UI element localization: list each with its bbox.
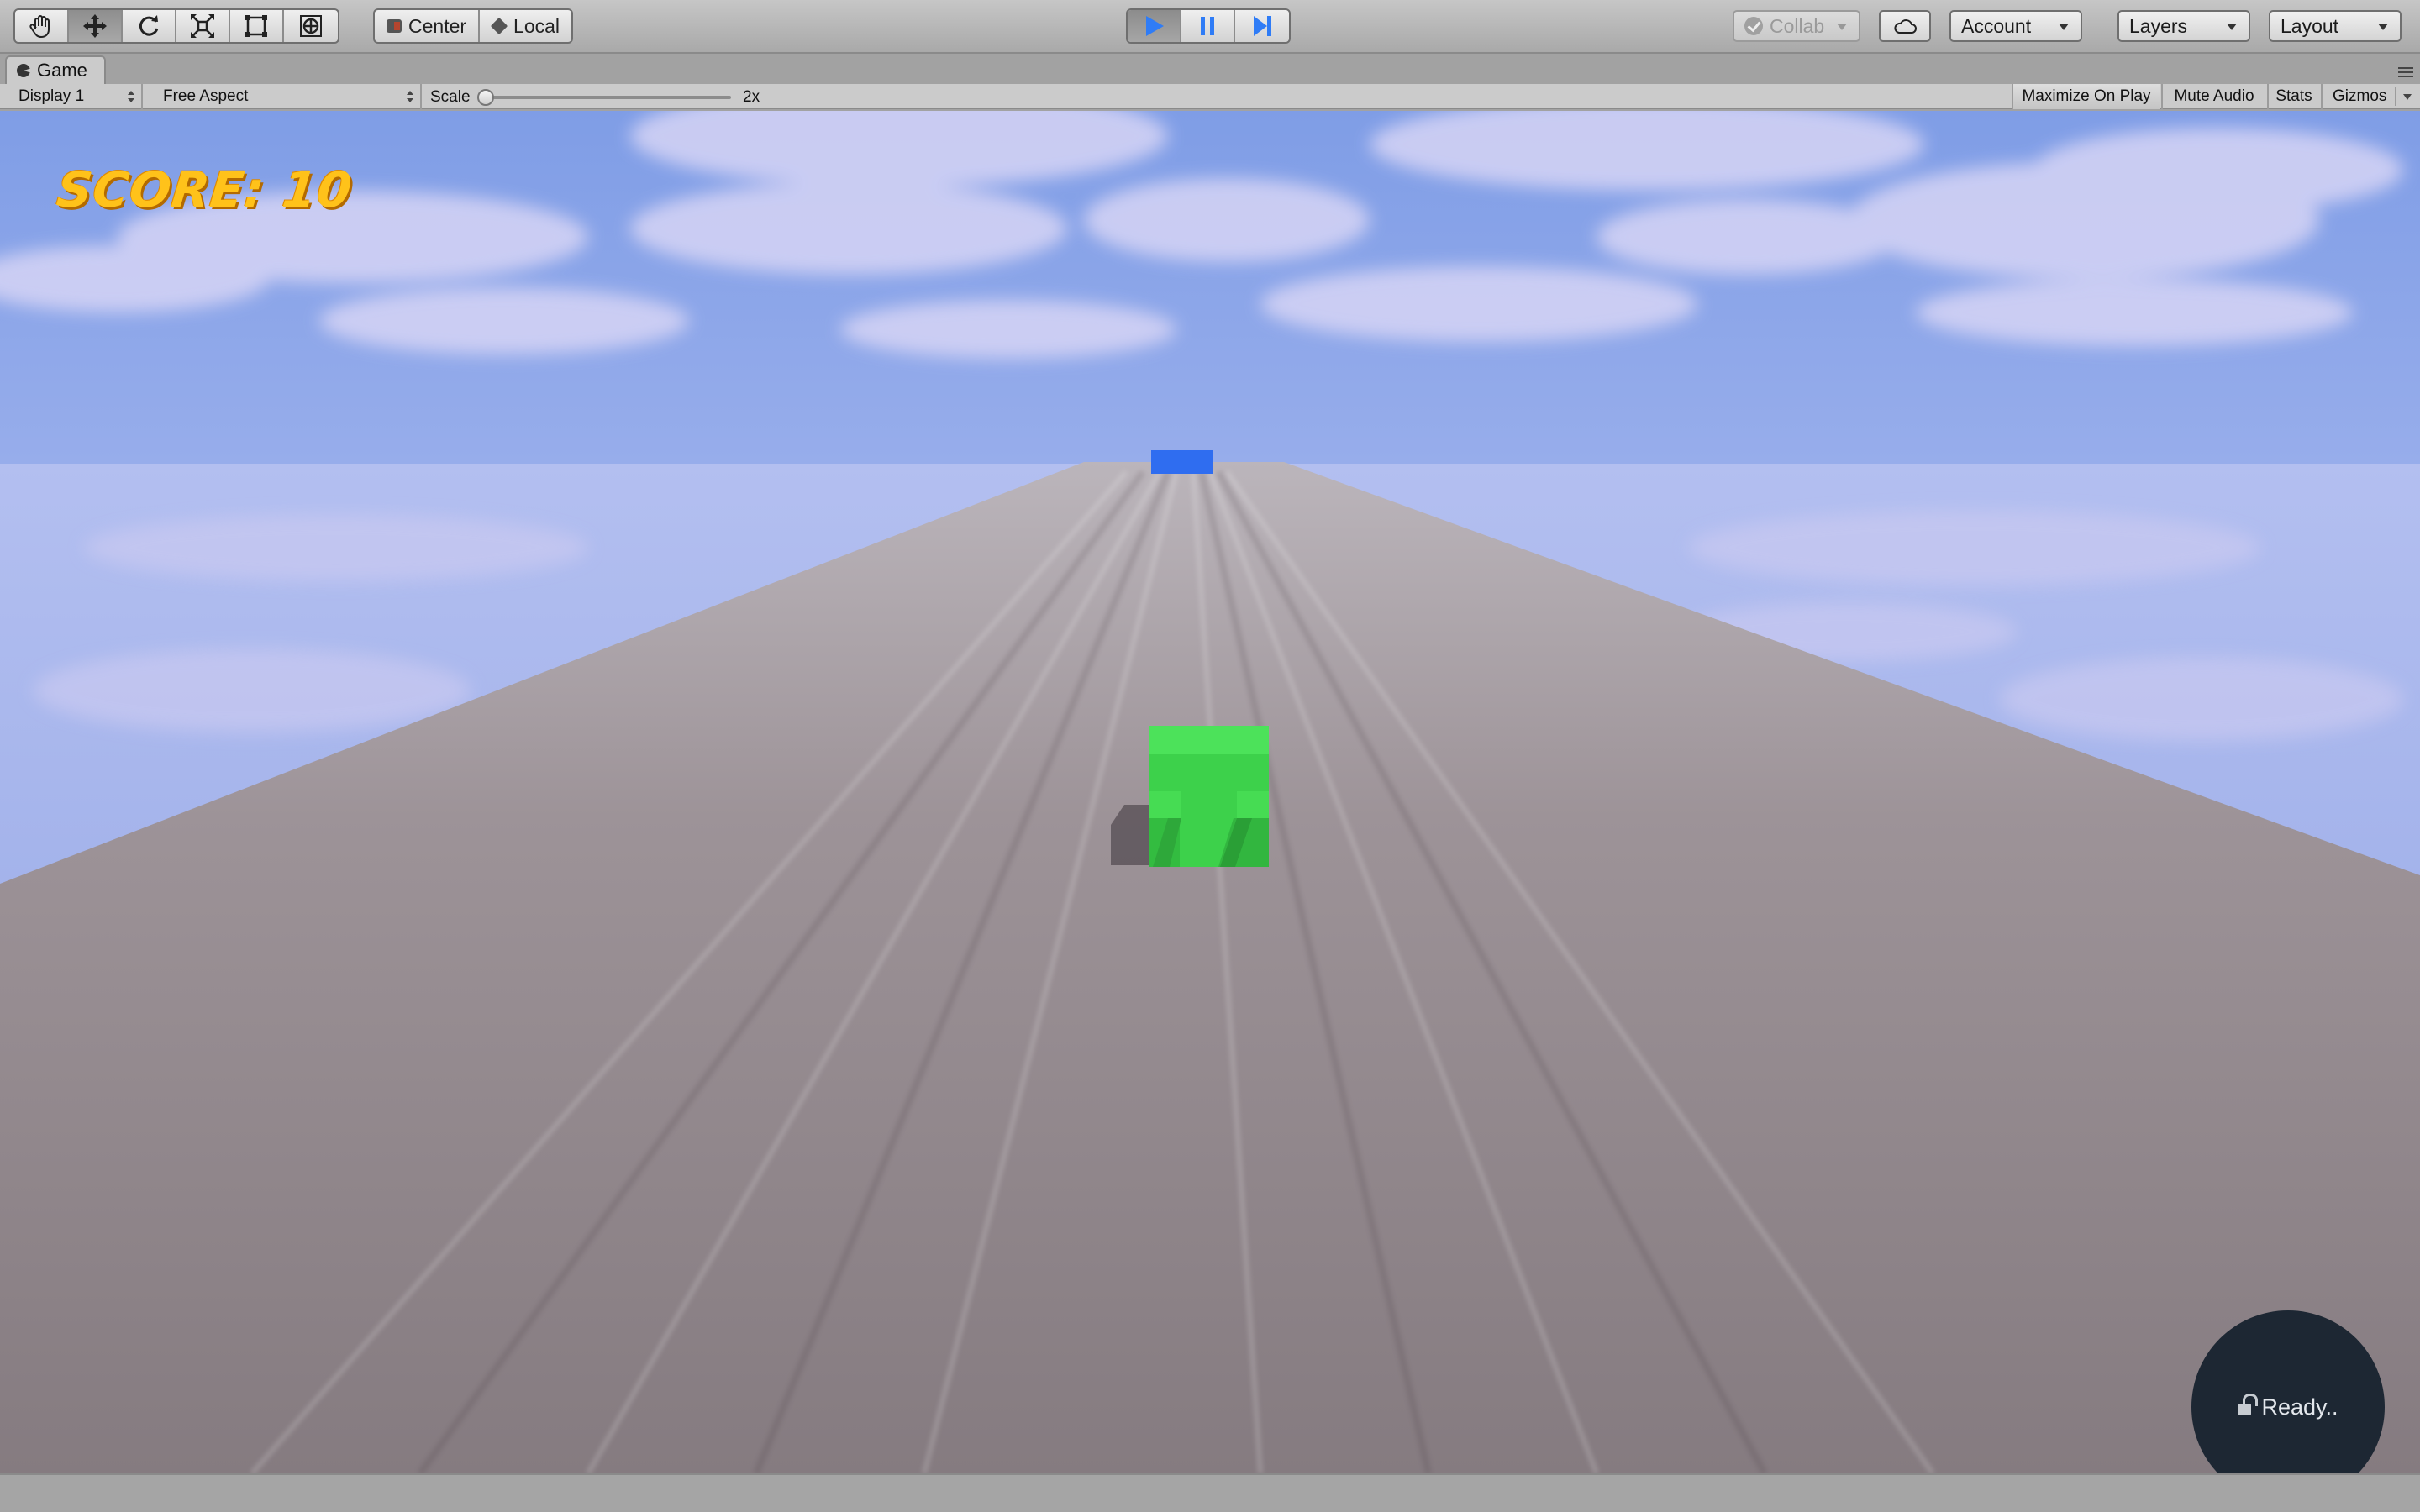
game-scene	[0, 111, 2420, 1473]
cube-icon	[490, 17, 508, 35]
updown-arrows-icon	[407, 91, 413, 102]
pause-button[interactable]	[1181, 10, 1235, 42]
pivot-center-label: Center	[408, 14, 467, 37]
scale-slider-track[interactable]	[486, 96, 731, 99]
ready-text: Ready..	[2261, 1394, 2338, 1420]
display-select[interactable]: Display 1	[8, 84, 143, 109]
scale-tool-button[interactable]	[176, 10, 230, 42]
gizmos-toggle[interactable]: Gizmos	[2321, 84, 2420, 109]
gizmos-label: Gizmos	[2333, 87, 2387, 105]
pause-icon	[1201, 17, 1214, 35]
layers-dropdown[interactable]: Layers	[2118, 10, 2250, 42]
score-label: SCORE: 10	[54, 161, 355, 218]
maximize-on-play-label: Maximize On Play	[2022, 87, 2151, 105]
pivot-center-button[interactable]: Center	[375, 10, 481, 42]
game-tab-title: Game	[37, 60, 87, 81]
play-icon	[1146, 16, 1164, 36]
main-toolbar: Center Local Collab Account Layers Layou…	[0, 0, 2420, 54]
move-arrows-icon	[83, 14, 107, 38]
layout-dropdown[interactable]: Layout	[2269, 10, 2402, 42]
pivot-controls: Center Local	[373, 8, 574, 44]
display-select-value: Display 1	[18, 87, 85, 105]
collab-dropdown[interactable]: Collab	[1733, 10, 1860, 42]
scale-slider-thumb[interactable]	[477, 89, 494, 106]
playmode-controls	[1126, 8, 1291, 44]
updown-arrows-icon	[128, 91, 134, 102]
rotate-tool-button[interactable]	[123, 10, 176, 42]
layout-label: Layout	[2281, 14, 2339, 37]
cloud-icon	[1894, 19, 1917, 34]
transform-icon	[300, 15, 322, 37]
step-icon	[1254, 16, 1271, 36]
account-dropdown[interactable]: Account	[1949, 10, 2082, 42]
layers-label: Layers	[2129, 14, 2188, 37]
checkmark-icon	[1744, 17, 1763, 35]
mute-audio-label: Mute Audio	[2174, 87, 2254, 105]
transform-tools	[13, 8, 339, 44]
chevron-down-icon	[1837, 24, 1847, 30]
hand-tool-button[interactable]	[15, 10, 69, 42]
rotate-icon	[139, 15, 159, 36]
aspect-select[interactable]: Free Aspect	[153, 84, 422, 109]
game-tab-icon	[17, 64, 30, 77]
stats-toggle[interactable]: Stats	[2267, 84, 2319, 109]
tab-game[interactable]: Game	[5, 55, 106, 84]
transform-tool-button[interactable]	[284, 10, 338, 42]
chevron-down-icon	[2403, 94, 2412, 100]
hand-icon	[29, 15, 50, 39]
scale-icon	[191, 14, 214, 38]
stats-label: Stats	[2275, 87, 2312, 105]
gizmos-separator	[2395, 87, 2396, 106]
chevron-down-icon	[2059, 24, 2069, 30]
mute-audio-toggle[interactable]: Mute Audio	[2161, 84, 2265, 109]
rect-icon	[245, 15, 267, 37]
cloud-button[interactable]	[1879, 10, 1931, 42]
game-view-toolbar: Display 1 Free Aspect Scale 2x Maximize …	[0, 84, 2420, 109]
lock-icon	[2238, 1394, 2259, 1415]
play-button[interactable]	[1128, 10, 1181, 42]
chevron-down-icon	[2227, 24, 2237, 30]
pivot-icon	[387, 19, 402, 33]
game-viewport[interactable]: SCORE: 10 Ready..	[0, 111, 2420, 1473]
scale-label: Scale	[430, 88, 471, 106]
maximize-on-play-toggle[interactable]: Maximize On Play	[2012, 84, 2160, 109]
account-label: Account	[1961, 14, 2032, 37]
tab-menu-icon[interactable]	[2398, 67, 2413, 77]
move-tool-button[interactable]	[69, 10, 123, 42]
pivot-local-label: Local	[513, 14, 560, 37]
scale-value: 2x	[743, 88, 760, 106]
aspect-select-value: Free Aspect	[163, 87, 249, 105]
player-cube	[1150, 726, 1269, 867]
rect-tool-button[interactable]	[230, 10, 284, 42]
step-button[interactable]	[1235, 10, 1289, 42]
pivot-local-button[interactable]: Local	[480, 10, 571, 42]
obstacle-block	[1151, 450, 1213, 474]
window-tab-bar: Game	[0, 55, 2420, 84]
status-bar	[0, 1473, 2420, 1512]
chevron-down-icon	[2378, 24, 2388, 30]
collab-label: Collab	[1770, 14, 1825, 37]
